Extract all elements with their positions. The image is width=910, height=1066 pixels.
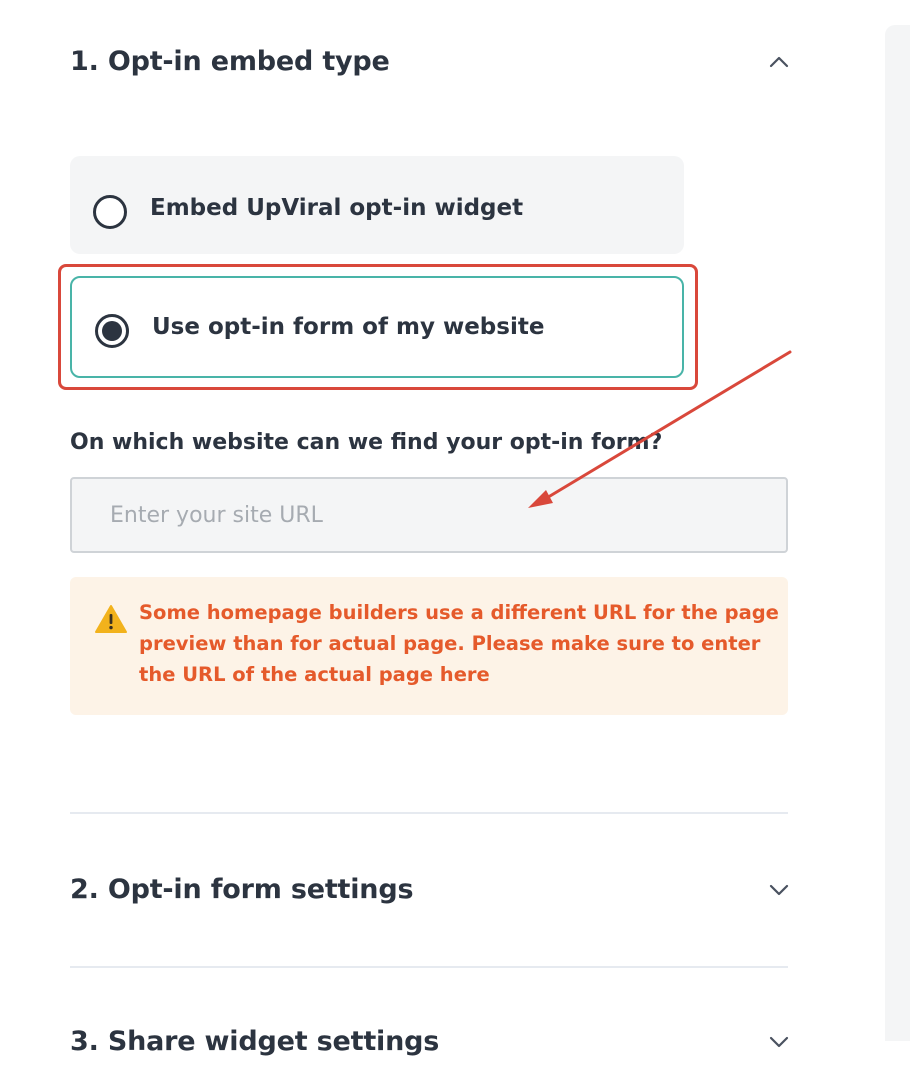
embed-option-upviral-widget[interactable]: Embed UpViral opt-in widget [70, 156, 684, 254]
option-label: Use opt-in form of my website [152, 314, 545, 340]
site-url-label: On which website can we find your opt-in… [70, 430, 663, 455]
section-title: 3. Share widget settings [70, 1026, 440, 1057]
warning-text: Some homepage builders use a different U… [139, 601, 779, 686]
warning-notice: Some homepage builders use a different U… [70, 577, 788, 715]
site-url-input[interactable] [70, 477, 788, 553]
option-label: Embed UpViral opt-in widget [150, 195, 524, 221]
section-header-embed-type[interactable]: 1. Opt-in embed type [70, 42, 790, 82]
section-divider [70, 966, 788, 968]
radio-checked-icon[interactable] [94, 313, 130, 349]
embed-option-own-website-form[interactable]: Use opt-in form of my website [70, 276, 684, 378]
section-header-share-widget-settings[interactable]: 3. Share widget settings [70, 1022, 790, 1062]
preview-panel [885, 25, 910, 1041]
section-title: 1. Opt-in embed type [70, 46, 390, 77]
section-title: 2. Opt-in form settings [70, 874, 414, 905]
section-header-form-settings[interactable]: 2. Opt-in form settings [70, 870, 790, 910]
chevron-up-icon[interactable] [768, 42, 790, 82]
warning-triangle-icon [94, 604, 128, 634]
chevron-down-icon[interactable] [768, 1022, 790, 1062]
radio-unchecked-icon[interactable] [92, 194, 128, 230]
section-divider [70, 812, 788, 814]
chevron-down-icon[interactable] [768, 870, 790, 910]
